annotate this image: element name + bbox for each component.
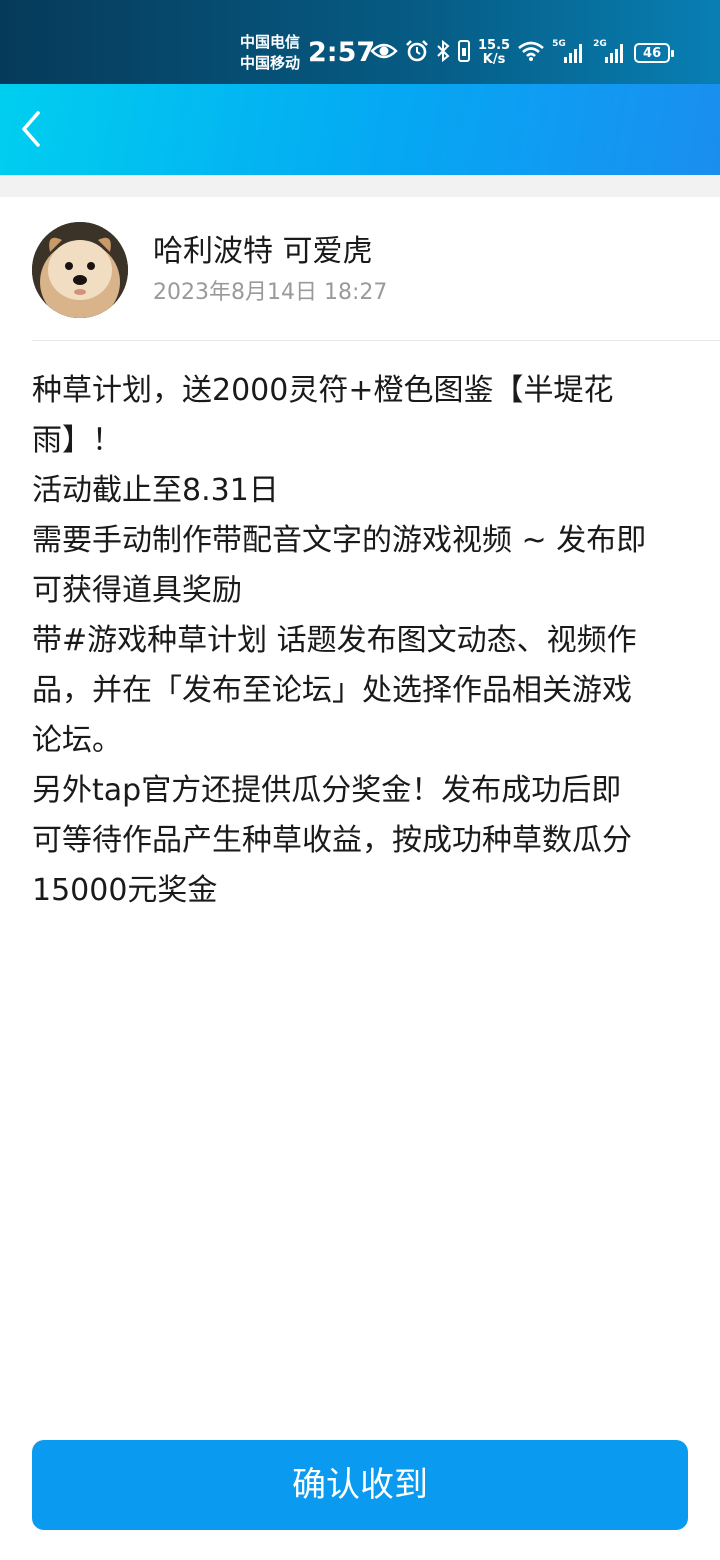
status-time: 2:57 bbox=[308, 37, 376, 68]
header: 中国电信 中国移动 2:57 15.5 K/s 5G 2G 46 bbox=[0, 0, 720, 175]
signal-2g: 2G bbox=[593, 39, 627, 64]
chevron-left-icon bbox=[22, 111, 40, 147]
post-line: 需要手动制作带配音文字的游戏视频 ~ 发布即 bbox=[32, 523, 647, 558]
vibrate-icon bbox=[457, 39, 471, 67]
net-speed-unit: K/s bbox=[482, 52, 506, 67]
signal-icon bbox=[564, 44, 583, 63]
carrier-1: 中国电信 bbox=[240, 33, 301, 51]
post-line: 活动截止至8.31日 bbox=[32, 473, 279, 508]
wifi-icon bbox=[517, 40, 545, 66]
post-line: 雨】！ bbox=[32, 423, 122, 458]
carrier-names: 中国电信 中国移动 bbox=[240, 32, 300, 74]
post-line: 可获得道具奖励 bbox=[32, 573, 242, 608]
dog-avatar-image bbox=[32, 222, 128, 318]
post-body: 种草计划，送2000灵符+橙色图鉴【半堤花 雨】！ 活动截止至8.31日 需要手… bbox=[32, 366, 682, 916]
avatar[interactable] bbox=[32, 222, 128, 318]
bluetooth-icon bbox=[436, 39, 450, 67]
signal-5g: 5G bbox=[552, 39, 586, 64]
author-name[interactable]: 哈利波特 可爱虎 bbox=[153, 234, 373, 270]
eye-icon bbox=[370, 41, 398, 65]
status-bar: 中国电信 中国移动 2:57 15.5 K/s 5G 2G 46 bbox=[0, 0, 720, 84]
net-speed-value: 15.5 bbox=[478, 38, 511, 53]
post-line: 带#游戏种草计划 话题发布图文动态、视频作 bbox=[32, 623, 637, 658]
battery-level: 46 bbox=[643, 45, 662, 61]
nav-bar bbox=[0, 84, 720, 175]
section-separator bbox=[0, 175, 720, 197]
divider bbox=[32, 340, 720, 341]
post-line: 15000元奖金 bbox=[32, 873, 218, 908]
status-icons: 15.5 K/s 5G 2G 46 bbox=[370, 36, 675, 70]
author-row: 哈利波特 可爱虎 2023年8月14日 18:27 bbox=[32, 222, 688, 318]
post-line: 品，并在「发布至论坛」处选择作品相关游戏 bbox=[32, 673, 632, 708]
post-line: 另外tap官方还提供瓜分奖金！发布成功后即 bbox=[32, 773, 622, 808]
battery-icon: 46 bbox=[634, 43, 675, 63]
post-line: 可等待作品产生种草收益，按成功种草数瓜分 bbox=[32, 823, 632, 858]
post-line: 论坛。 bbox=[32, 723, 122, 758]
post-line: 种草计划，送2000灵符+橙色图鉴【半堤花 bbox=[32, 373, 614, 408]
confirm-received-button[interactable]: 确认收到 bbox=[32, 1440, 688, 1530]
signal-icon bbox=[605, 44, 624, 63]
net-speed: 15.5 K/s bbox=[478, 39, 510, 67]
alarm-icon bbox=[405, 39, 429, 67]
back-button[interactable] bbox=[8, 106, 54, 152]
post-timestamp: 2023年8月14日 18:27 bbox=[153, 280, 388, 305]
carrier-2: 中国移动 bbox=[240, 54, 301, 72]
